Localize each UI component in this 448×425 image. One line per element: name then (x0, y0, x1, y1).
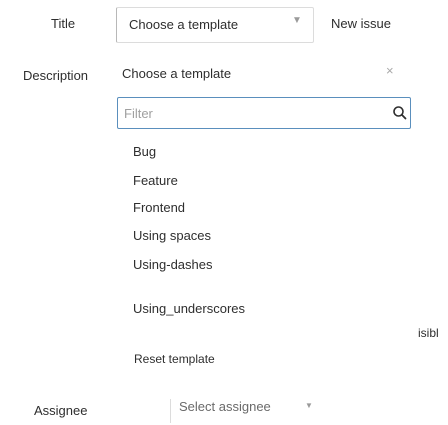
chevron-down-icon: ▼ (305, 401, 313, 410)
reset-template-button[interactable]: Reset template (134, 352, 215, 366)
clipped-text: isibl (418, 326, 439, 340)
template-option-using-spaces[interactable]: Using spaces (133, 228, 211, 243)
assignee-select[interactable]: Select assignee ▼ (170, 399, 316, 423)
template-select[interactable]: Choose a template ▼ (116, 7, 314, 43)
template-option-feature[interactable]: Feature (133, 173, 178, 188)
template-select-value: Choose a template (129, 17, 239, 32)
close-icon[interactable]: × (386, 63, 394, 78)
search-icon (393, 106, 407, 120)
assignee-label: Assignee (34, 403, 88, 418)
description-label: Description (23, 68, 89, 83)
filter-input[interactable] (124, 103, 374, 123)
dropdown-title: Choose a template (122, 66, 232, 81)
template-option-frontend[interactable]: Frontend (133, 200, 185, 215)
filter-field[interactable] (117, 97, 411, 129)
template-option-using-underscores[interactable]: Using_underscores (133, 301, 245, 316)
title-label: Title (51, 16, 76, 31)
template-option-bug[interactable]: Bug (133, 144, 156, 159)
assignee-placeholder: Select assignee (179, 399, 271, 414)
chevron-down-icon: ▼ (292, 15, 302, 26)
new-issue-link[interactable]: New issue (331, 16, 391, 31)
template-option-using-dashes[interactable]: Using-dashes (133, 257, 213, 272)
